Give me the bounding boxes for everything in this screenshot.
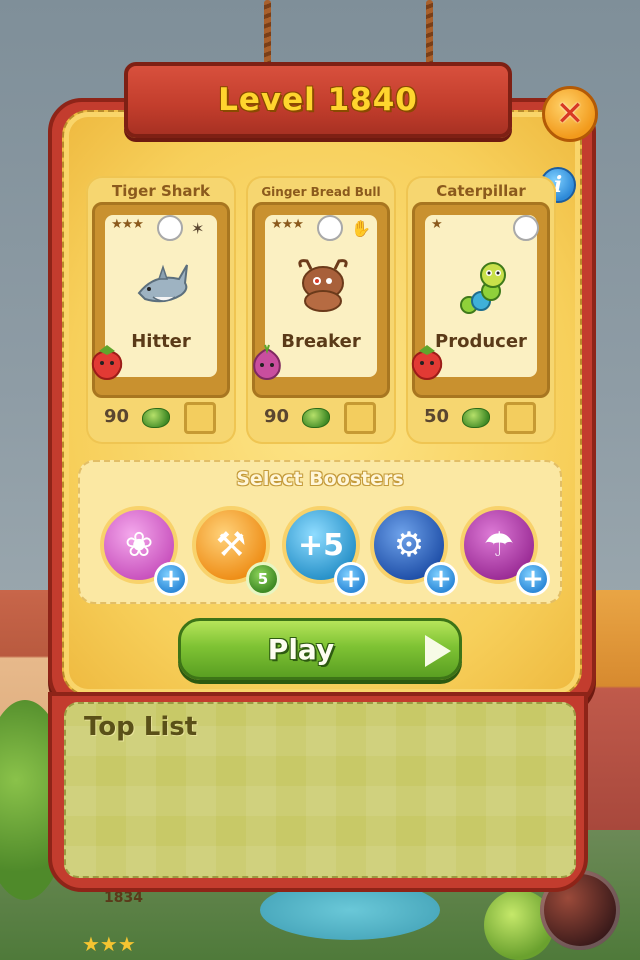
booster-gears-buy-button[interactable]: + <box>424 562 458 596</box>
character-cost-row: 90 <box>246 402 396 436</box>
level-title-plank: Level 1840 <box>124 62 512 138</box>
bean-currency-icon <box>462 408 490 428</box>
hanging-rope-right <box>426 0 433 70</box>
level-title: Level 1840 <box>218 82 418 118</box>
character-cost-row: 50 <box>406 402 556 436</box>
top-list-title: Top List <box>84 712 198 742</box>
gears-icon: ⚙ <box>393 525 425 565</box>
character-stars: ★★★ <box>111 217 144 232</box>
character-select-checkbox[interactable] <box>504 402 536 434</box>
map-level-stars: ★★★ <box>82 932 136 956</box>
fruit-type-icon <box>157 215 183 241</box>
character-card[interactable]: ★★★ ✶ Hitter <box>91 202 230 398</box>
bean-currency-icon <box>302 408 330 428</box>
character-cost: 90 <box>104 406 130 427</box>
character-name: Ginger Bread Bull <box>261 185 381 199</box>
play-button-label: Play <box>267 633 335 666</box>
strawberry-icon <box>91 345 123 381</box>
character-select-checkbox[interactable] <box>184 402 216 434</box>
close-icon: ✕ <box>555 94 585 134</box>
caterpillar-icon <box>460 262 506 314</box>
parachute-icon: ☂ <box>483 525 515 565</box>
plus-five-moves-icon: +5 <box>297 527 344 563</box>
character-name: Caterpillar <box>436 182 526 200</box>
fruit-type-icon <box>513 215 539 241</box>
close-button[interactable]: ✕ <box>542 86 598 142</box>
character-card[interactable]: ★ Producer <box>411 202 550 398</box>
character-card[interactable]: ★★★ ✋ Breaker <box>252 202 390 398</box>
booster-panel-title: Select Boosters <box>236 468 404 490</box>
character-slot-ginger-bread-bull: Ginger Bread Bull ★★★ ✋ Breaker 90 <box>246 176 396 444</box>
hit-skill-icon: ✶ <box>191 219 205 238</box>
break-skill-icon: ✋ <box>351 219 371 238</box>
shovel-icon: ⚒ <box>215 525 247 565</box>
character-name: Tiger Shark <box>112 182 210 200</box>
character-stars: ★ <box>431 217 443 232</box>
onion-icon <box>253 344 281 381</box>
booster-shovel-count-badge: 5 <box>246 562 280 596</box>
booster-parachute-buy-button[interactable]: + <box>516 562 550 596</box>
character-cost-row: 90 <box>86 402 236 436</box>
character-stars: ★★★ <box>271 217 304 232</box>
hanging-rope-left <box>264 0 271 70</box>
lotus-icon: ❀ <box>124 525 154 565</box>
character-cost: 50 <box>424 406 450 427</box>
play-arrow-icon <box>425 635 451 667</box>
bull-icon <box>298 259 348 312</box>
play-button[interactable]: Play <box>178 618 462 680</box>
map-level-node-label: 1834 <box>104 890 143 906</box>
booster-plus-five-buy-button[interactable]: + <box>334 562 368 596</box>
strawberry-icon <box>411 345 443 381</box>
character-select-checkbox[interactable] <box>344 402 376 434</box>
character-slot-tiger-shark: Tiger Shark ★★★ ✶ Hitter 90 <box>86 176 236 444</box>
character-slot-caterpillar: Caterpillar ★ Producer 50 <box>406 176 556 444</box>
fruit-type-icon <box>317 215 343 241</box>
shark-icon <box>137 264 188 303</box>
bean-currency-icon <box>142 408 170 428</box>
booster-lotus-buy-button[interactable]: + <box>154 562 188 596</box>
character-cost: 90 <box>264 406 290 427</box>
